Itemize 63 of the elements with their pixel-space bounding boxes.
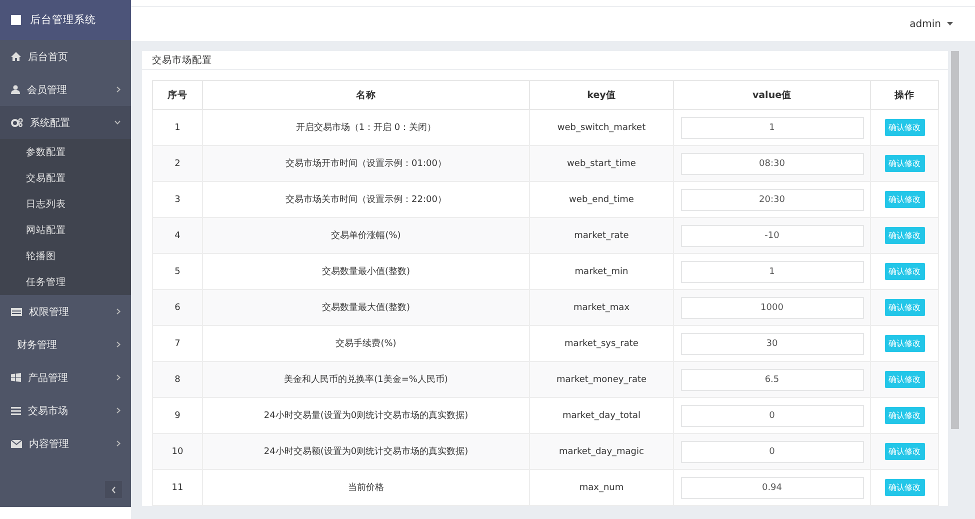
table-cell: 24小时交易额(设置为0则统计交易市场的真实数据) — [202, 434, 530, 470]
table-cell: 2 — [152, 146, 202, 182]
chevron-right-icon — [116, 341, 121, 348]
submenu-item[interactable]: 任务管理 — [0, 269, 131, 295]
table-cell: 4 — [152, 218, 202, 254]
table-cell: 11 — [152, 470, 202, 506]
submenu-item[interactable]: 网站配置 — [0, 217, 131, 243]
column-header: 名称 — [202, 80, 530, 110]
collapse-button[interactable] — [105, 481, 122, 498]
caret-icon — [947, 22, 953, 26]
submenu-item[interactable]: 日志列表 — [0, 191, 131, 217]
input-field[interactable]: 6.5 — [680, 368, 864, 390]
chevron-right-icon — [116, 440, 121, 447]
table-cell: 交易数量最大值(整数) — [202, 290, 530, 326]
input-field[interactable]: 30 — [680, 332, 864, 354]
table-cell: market_money_rate — [530, 362, 674, 398]
chevron-right-icon — [116, 86, 121, 93]
input-field[interactable]: 08:30 — [680, 152, 864, 174]
chevron-down-icon — [114, 120, 121, 125]
table-cell: 交易市场开市时间（设置示例：01:00） — [202, 146, 530, 182]
input-field[interactable]: 20:30 — [680, 188, 864, 210]
table-cell: market_max — [530, 290, 674, 326]
input-field[interactable]: 1 — [680, 116, 864, 138]
chevron-right-icon — [116, 374, 121, 381]
input-field[interactable]: 1000 — [680, 296, 864, 318]
submenu-item[interactable]: 参数配置 — [0, 139, 131, 165]
windows-icon — [11, 373, 21, 382]
submenu-item[interactable]: 交易配置 — [0, 165, 131, 191]
table-cell: web_start_time — [530, 146, 674, 182]
envelope-icon — [11, 440, 22, 448]
column-header: 操作 — [870, 80, 938, 110]
sidebar-item[interactable]: 系统配置 — [0, 106, 131, 139]
menu-icon — [11, 406, 21, 414]
input-field[interactable]: 1 — [680, 260, 864, 282]
list-icon — [11, 308, 22, 316]
table-cell: market_rate — [530, 218, 674, 254]
gears-icon — [11, 118, 23, 127]
table-cell: 美金和人民币的兑换率(1美金=%人民币) — [202, 362, 530, 398]
table-cell: 8 — [152, 362, 202, 398]
submenu-item[interactable]: 轮播图 — [0, 243, 131, 269]
app-title: 后台管理系统 — [30, 13, 96, 27]
table-cell: 6 — [152, 290, 202, 326]
input-field[interactable]: 0.94 — [680, 476, 864, 498]
chevron-right-icon — [116, 407, 121, 414]
home-icon — [11, 52, 21, 61]
table-cell: market_day_magic — [530, 434, 674, 470]
column-header: 序号 — [152, 80, 202, 110]
input-field[interactable]: -10 — [680, 224, 864, 246]
column-header: key值 — [530, 80, 674, 110]
table-cell: 交易单价涨幅(%) — [202, 218, 530, 254]
square-icon — [11, 15, 21, 25]
chevron-left-icon — [110, 486, 116, 494]
input-field[interactable]: 0 — [680, 440, 864, 462]
table-cell: max_num — [530, 470, 674, 506]
scrollbar[interactable] — [951, 51, 959, 429]
column-header: value值 — [674, 80, 870, 110]
table-cell: 10 — [152, 434, 202, 470]
table-cell: 当前价格 — [202, 470, 530, 506]
panel-title: 交易市场配置 — [152, 54, 212, 66]
input-field[interactable]: 0 — [680, 404, 864, 426]
user-menu[interactable]: admin — [910, 18, 953, 30]
user-icon — [11, 85, 20, 94]
chevron-right-icon — [116, 308, 121, 315]
